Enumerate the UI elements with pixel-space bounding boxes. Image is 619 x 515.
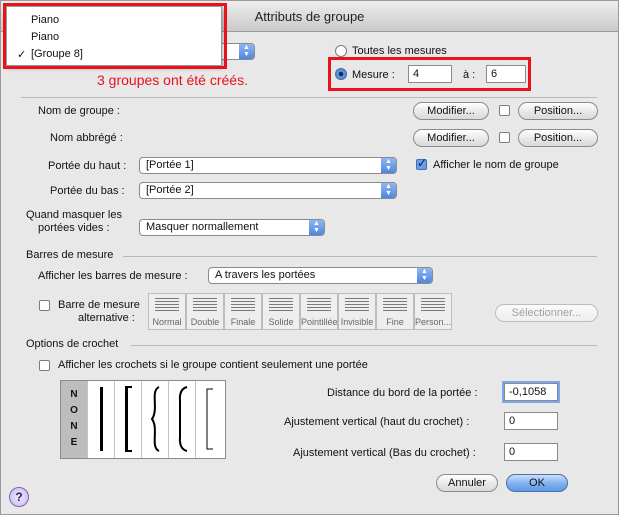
- alt-barline-checkbox[interactable]: [39, 300, 50, 311]
- group-name-label: Nom de groupe :: [38, 105, 120, 117]
- show-barlines-label: Afficher les barres de mesure :: [38, 270, 188, 282]
- show-barlines-popup[interactable]: A travers les portées ▲ ▼: [208, 267, 433, 284]
- alt-barline-label-2: alternative :: [78, 312, 135, 324]
- adj-top-label: Ajustement vertical (haut du crochet) :: [284, 416, 470, 428]
- bracket-square[interactable]: [115, 381, 142, 458]
- barline-normal[interactable]: Normal: [148, 293, 186, 330]
- bracket-none[interactable]: NONE: [61, 381, 88, 458]
- abbr-name-label: Nom abbrégé :: [50, 132, 123, 144]
- abbr-name-modify-button[interactable]: Modifier...: [413, 129, 489, 147]
- adj-bottom-label: Ajustement vertical (Bas du crochet) :: [293, 447, 476, 459]
- annotation-text: 3 groupes ont été créés.: [97, 72, 248, 88]
- separator-barlines: [123, 256, 597, 257]
- top-staff-value: [Portée 1]: [146, 159, 194, 171]
- group-name-modify-button[interactable]: Modifier...: [413, 102, 489, 120]
- hide-empty-label-1: Quand masquer les: [26, 209, 122, 221]
- abbr-name-position-checkbox[interactable]: [499, 132, 510, 143]
- barline-invisible[interactable]: Invisible: [338, 293, 376, 330]
- square-bracket-icon: [125, 386, 132, 452]
- top-staff-popup[interactable]: [Portée 1] ▲ ▼: [139, 157, 397, 174]
- all-measures-radio[interactable]: [335, 45, 347, 57]
- thin-bracket-icon: [206, 388, 213, 450]
- adj-top-input[interactable]: 0: [504, 412, 558, 430]
- piano-bracket-icon: [178, 386, 188, 452]
- barlines-section-title: Barres de mesure: [26, 249, 114, 261]
- top-staff-label: Portée du haut :: [48, 160, 127, 172]
- thick-line-icon: [100, 387, 103, 451]
- cancel-button[interactable]: Annuler: [436, 474, 498, 492]
- barline-custom[interactable]: Person...: [414, 293, 452, 330]
- ok-button[interactable]: OK: [506, 474, 568, 492]
- barline-solid[interactable]: Solide: [262, 293, 300, 330]
- hide-empty-label-2: portées vides :: [38, 222, 110, 234]
- separator-brackets: [131, 345, 597, 346]
- single-staff-bracket-checkbox[interactable]: [39, 360, 50, 371]
- abbr-name-position-button[interactable]: Position...: [518, 129, 598, 147]
- annotation-box-range: [328, 57, 531, 91]
- hide-empty-value: Masquer normallement: [146, 221, 259, 233]
- curly-bracket-icon: [150, 386, 160, 452]
- chevron-updown-icon: ▲ ▼: [381, 158, 396, 173]
- bottom-staff-popup[interactable]: [Portée 2] ▲ ▼: [139, 182, 397, 199]
- select-barline-button[interactable]: Sélectionner...: [495, 304, 598, 322]
- barline-double[interactable]: Double: [186, 293, 224, 330]
- annotation-box-menu: [3, 3, 227, 69]
- distance-input[interactable]: -0,1058: [504, 383, 558, 401]
- show-barlines-value: A travers les portées: [215, 269, 316, 281]
- separator-top: [21, 97, 597, 98]
- adj-bottom-input[interactable]: 0: [504, 443, 558, 461]
- show-group-name-label: Afficher le nom de groupe: [433, 159, 559, 171]
- bracket-curly[interactable]: [142, 381, 169, 458]
- brackets-section-title: Options de crochet: [26, 338, 119, 350]
- bottom-staff-value: [Portée 2]: [146, 184, 194, 196]
- single-staff-bracket-label: Afficher les crochets si le groupe conti…: [58, 359, 368, 371]
- chevron-updown-icon: ▲ ▼: [417, 268, 432, 283]
- chevron-updown-icon: ▲ ▼: [381, 183, 396, 198]
- bracket-thin[interactable]: [196, 381, 223, 458]
- barline-thin[interactable]: Fine: [376, 293, 414, 330]
- bracket-thick-line[interactable]: [88, 381, 115, 458]
- group-name-position-button[interactable]: Position...: [518, 102, 598, 120]
- group-name-position-checkbox[interactable]: [499, 105, 510, 116]
- alt-barline-label-1: Barre de mesure: [58, 299, 140, 311]
- bracket-piano[interactable]: [169, 381, 196, 458]
- popup-arrows-icon: ▲ ▼: [239, 44, 254, 59]
- all-measures-label: Toutes les mesures: [352, 45, 447, 57]
- barline-dotted[interactable]: Pointillée: [300, 293, 338, 330]
- bottom-staff-label: Portée du bas :: [50, 185, 125, 197]
- help-icon[interactable]: ?: [9, 487, 29, 507]
- barline-final[interactable]: Finale: [224, 293, 262, 330]
- show-group-name-checkbox[interactable]: [416, 156, 427, 170]
- barline-style-palette: Normal Double Finale Solide Pointillée I…: [148, 293, 452, 330]
- hide-empty-popup[interactable]: Masquer normallement ▲ ▼: [139, 219, 325, 236]
- bracket-style-palette: NONE: [60, 380, 226, 459]
- distance-label: Distance du bord de la portée :: [327, 387, 478, 399]
- chevron-updown-icon: ▲ ▼: [309, 220, 324, 235]
